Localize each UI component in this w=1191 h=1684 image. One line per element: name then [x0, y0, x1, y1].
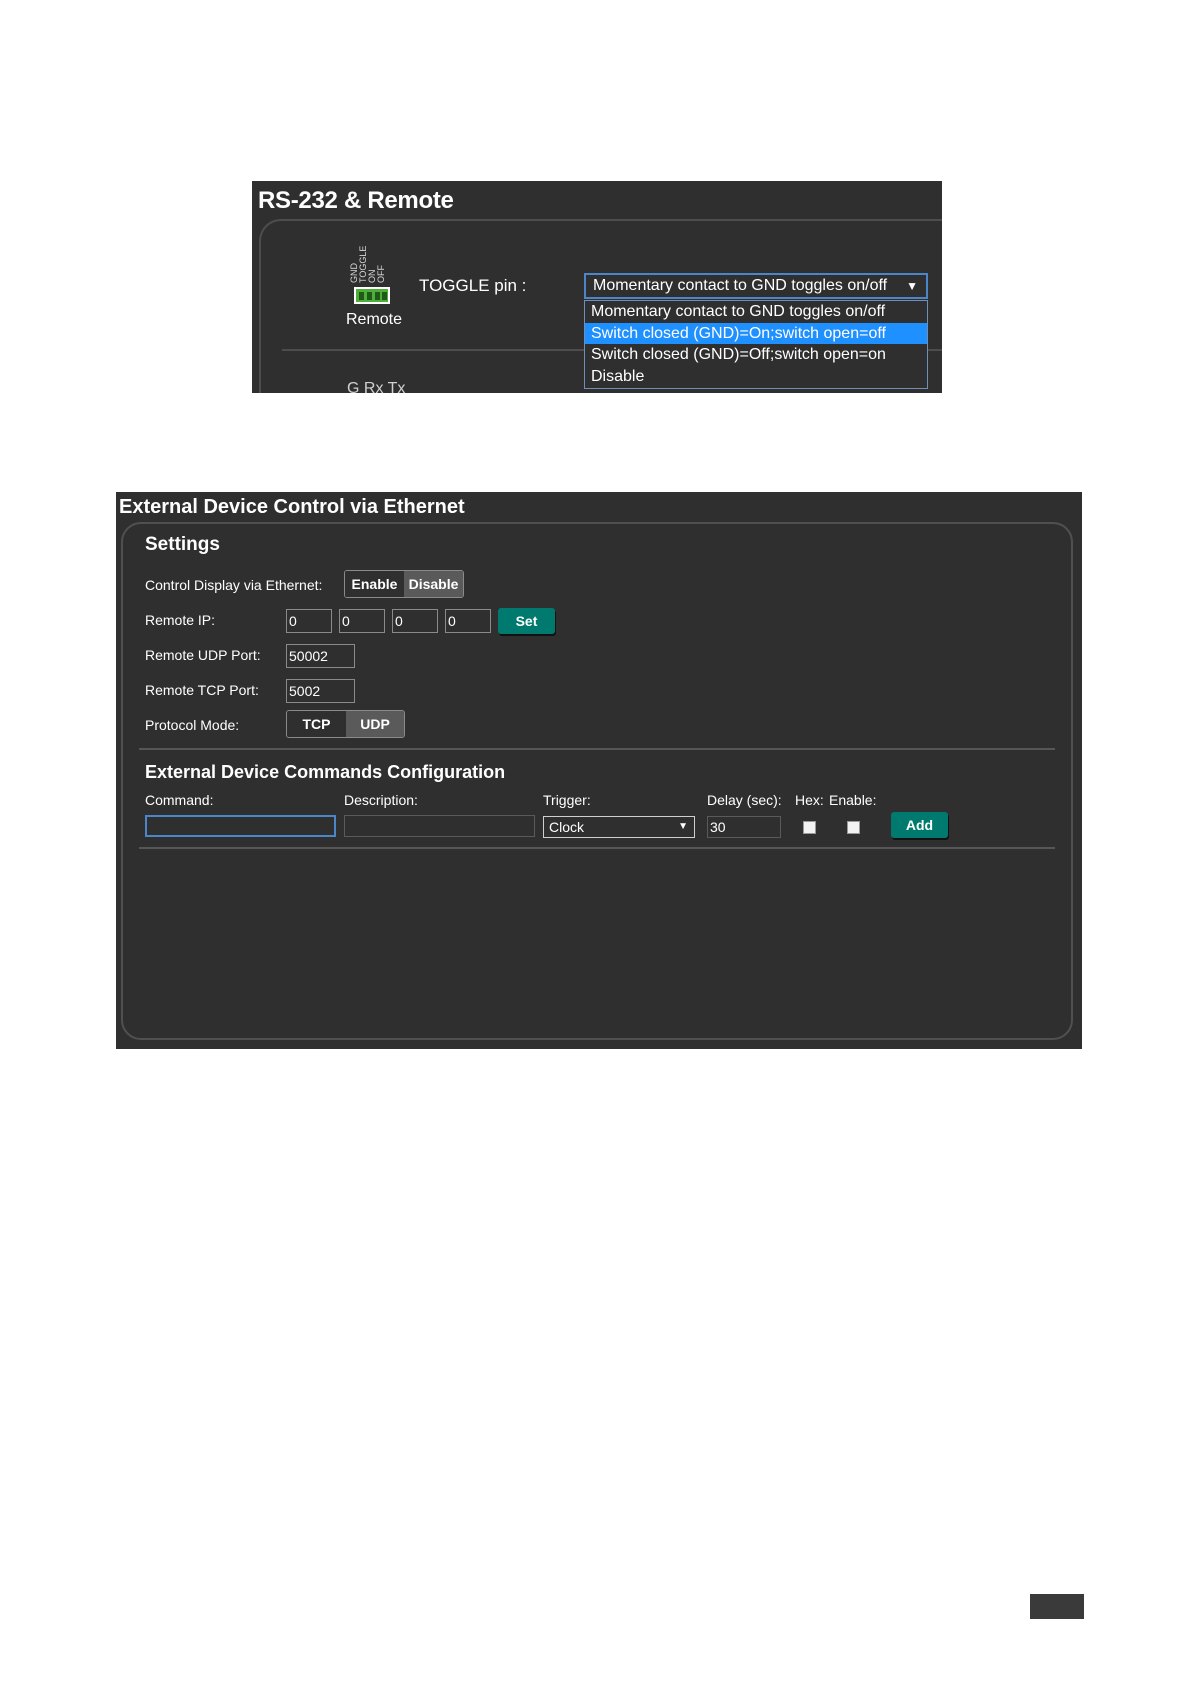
ip-octet-3-input[interactable]: 0 — [392, 609, 438, 633]
chevron-down-icon: ▼ — [678, 821, 688, 832]
trigger-label: Trigger: — [543, 792, 591, 808]
remote-tcp-port-label: Remote TCP Port: — [145, 682, 259, 698]
chevron-down-icon: ▼ — [906, 279, 918, 293]
command-label: Command: — [145, 792, 214, 808]
dropdown-option-closed-off[interactable]: Switch closed (GND)=Off;switch open=on — [585, 344, 927, 366]
remote-udp-port-label: Remote UDP Port: — [145, 647, 261, 663]
toggle-pin-dropdown: Momentary contact to GND toggles on/off … — [584, 300, 928, 389]
remote-connector-icon: TOGGLE ON OFF GND — [349, 243, 394, 311]
hex-checkbox[interactable] — [803, 821, 816, 834]
delay-input[interactable]: 30 — [707, 816, 781, 838]
rs232-remote-screenshot: RS-232 & Remote TOGGLE ON OFF GND Remote… — [252, 181, 942, 393]
rs232-title: RS-232 & Remote — [258, 187, 454, 214]
dropdown-option-closed-on[interactable]: Switch closed (GND)=On;switch open=off — [585, 322, 927, 344]
ip-octet-2-input[interactable]: 0 — [339, 609, 385, 633]
dropdown-option-momentary[interactable]: Momentary contact to GND toggles on/off — [585, 301, 927, 323]
disable-button[interactable]: Disable — [404, 571, 463, 597]
protocol-mode-label: Protocol Mode: — [145, 717, 240, 733]
settings-divider — [139, 748, 1055, 750]
toggle-pin-label: TOGGLE pin : — [419, 276, 527, 295]
connector-label-off: OFF — [376, 265, 386, 283]
toggle-pin-select[interactable]: Momentary contact to GND toggles on/off … — [584, 273, 928, 299]
enable-button[interactable]: Enable — [345, 571, 404, 597]
description-label: Description: — [344, 792, 418, 808]
enable-checkbox[interactable] — [847, 821, 860, 834]
settings-heading: Settings — [145, 534, 220, 555]
remote-ip-label: Remote IP: — [145, 612, 216, 628]
remote-label: Remote — [346, 311, 403, 328]
page-number-tab — [1030, 1594, 1084, 1619]
external-device-title: External Device Control via Ethernet — [119, 496, 465, 518]
protocol-mode-toggle: TCP UDP — [286, 710, 405, 738]
enable-label: Enable: — [829, 792, 877, 808]
rs232-pins-label: G Rx Tx — [347, 380, 406, 393]
toggle-pin-select-value: Momentary contact to GND toggles on/off — [593, 277, 888, 294]
commands-divider — [139, 847, 1055, 849]
commands-heading: External Device Commands Configuration — [145, 762, 506, 782]
delay-label: Delay (sec): — [707, 792, 782, 808]
hex-label: Hex: — [795, 792, 824, 808]
tcp-port-input[interactable]: 5002 — [286, 679, 355, 703]
description-input[interactable] — [344, 815, 535, 837]
terminal-block-icon — [354, 287, 390, 304]
set-button[interactable]: Set — [498, 608, 555, 634]
external-device-screenshot: External Device Control via Ethernet Set… — [116, 492, 1082, 1049]
command-input[interactable] — [145, 815, 336, 837]
ip-octet-1-input[interactable]: 0 — [286, 609, 332, 633]
ip-octet-4-input[interactable]: 0 — [445, 609, 491, 633]
tcp-button[interactable]: TCP — [287, 711, 346, 737]
dropdown-option-disable[interactable]: Disable — [585, 366, 927, 388]
connector-label-gnd: GND — [349, 263, 359, 283]
udp-button[interactable]: UDP — [346, 711, 404, 737]
udp-port-input[interactable]: 50002 — [286, 644, 355, 668]
trigger-select[interactable]: Clock ▼ — [543, 816, 695, 838]
control-display-label: Control Display via Ethernet: — [145, 577, 323, 593]
trigger-select-value: Clock — [549, 819, 585, 835]
add-button[interactable]: Add — [891, 812, 948, 838]
control-display-toggle: Enable Disable — [344, 570, 464, 598]
